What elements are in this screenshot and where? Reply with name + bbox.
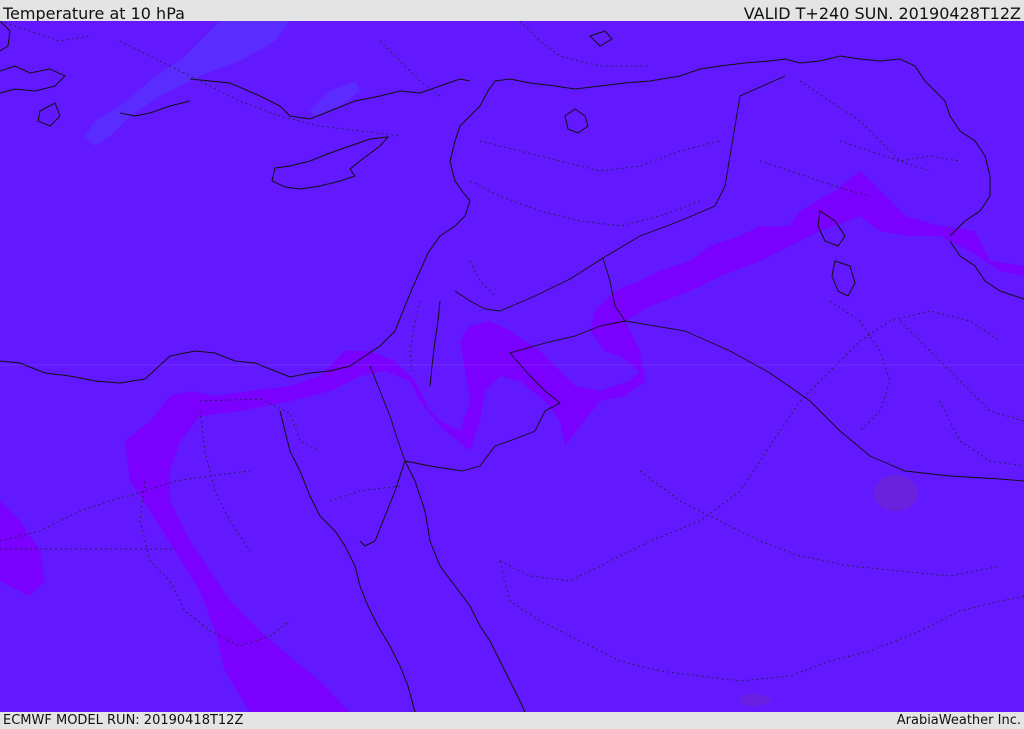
credit-label: ArabiaWeather Inc.	[896, 713, 1021, 728]
map-canvas	[0, 21, 1024, 712]
model-run-label: ECMWF MODEL RUN: 20190418T12Z	[3, 713, 244, 728]
temperature-map[interactable]	[0, 21, 1024, 712]
header-bar: Temperature at 10 hPa VALID T+240 SUN. 2…	[0, 0, 1024, 23]
field-warm-spot	[874, 475, 918, 511]
footer-bar: ECMWF MODEL RUN: 20190418T12Z ArabiaWeat…	[0, 712, 1024, 729]
field-warm-spot-south	[739, 694, 771, 706]
